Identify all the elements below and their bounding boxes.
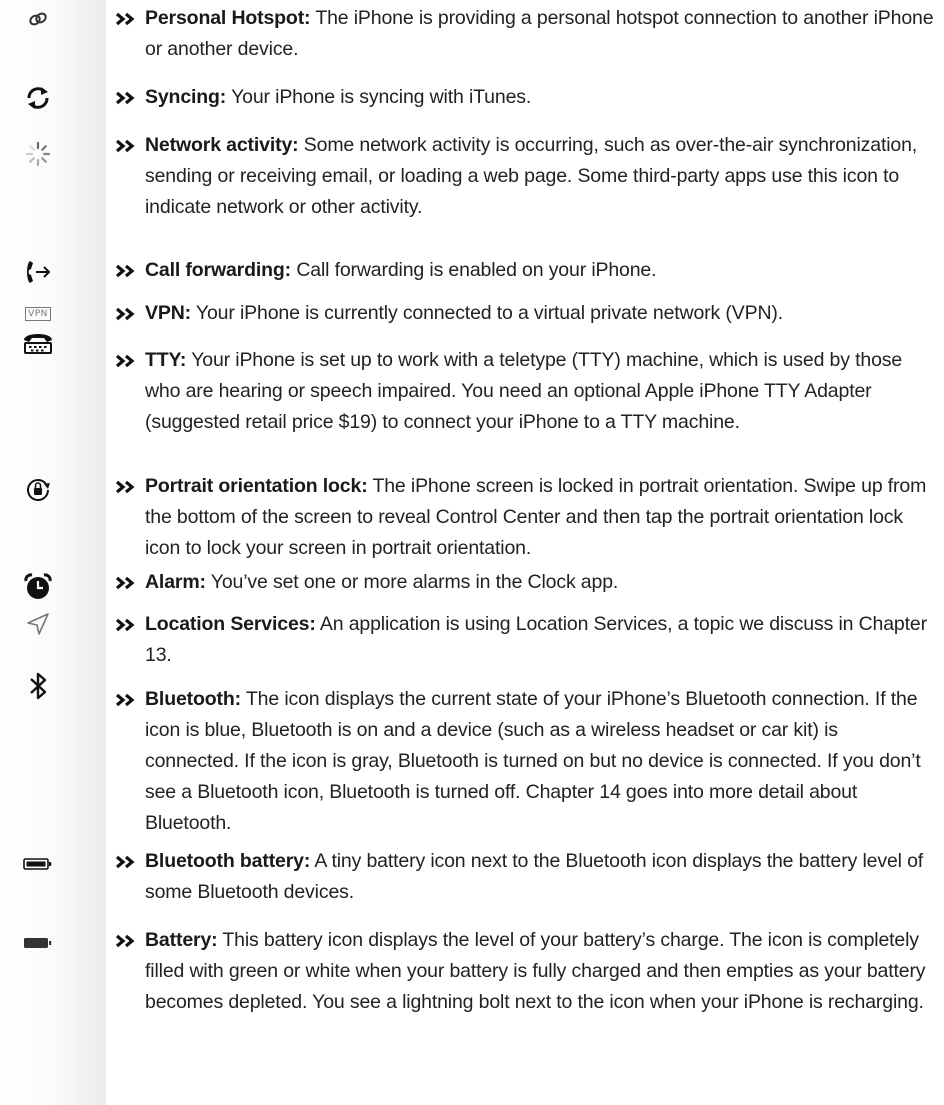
- description: The icon displays the current state of y…: [145, 688, 921, 834]
- double-chevron-icon: [115, 82, 143, 114]
- term: TTY:: [145, 349, 187, 371]
- description: Your iPhone is set up to work with a tel…: [145, 349, 903, 433]
- double-chevron-icon: [115, 609, 143, 641]
- battery-full-icon: [14, 925, 62, 961]
- term: Network activity:: [145, 134, 299, 156]
- tty-icon: [14, 325, 62, 361]
- location-arrow-icon: [14, 606, 62, 642]
- list-item: TTY: Your iPhone is set up to work with …: [115, 345, 935, 438]
- list-item-text: Battery: This battery icon displays the …: [145, 925, 935, 1018]
- double-chevron-icon: [115, 684, 143, 716]
- description: You’ve set one or more alarms in the Clo…: [210, 571, 619, 593]
- description: Your iPhone is currently connected to a …: [195, 302, 783, 324]
- list-item: Portrait orientation lock: The iPhone sc…: [115, 471, 935, 564]
- bluetooth-icon: [14, 668, 62, 704]
- double-chevron-icon: [115, 846, 143, 878]
- list-item-text: TTY: Your iPhone is set up to work with …: [145, 345, 935, 438]
- list-item: Battery: This battery icon displays the …: [115, 925, 935, 1018]
- list-item-text: VPN: Your iPhone is currently connected …: [145, 298, 935, 329]
- description: Your iPhone is syncing with iTunes.: [231, 86, 532, 108]
- term: Personal Hotspot:: [145, 7, 311, 29]
- list-item: Bluetooth: The icon displays the current…: [115, 684, 935, 839]
- call-forward-icon: [14, 254, 62, 290]
- description: Call forwarding is enabled on your iPhon…: [296, 259, 657, 281]
- list-item-text: Portrait orientation lock: The iPhone sc…: [145, 471, 935, 564]
- list-item: Call forwarding: Call forwarding is enab…: [115, 255, 935, 286]
- list-item-text: Call forwarding: Call forwarding is enab…: [145, 255, 935, 286]
- sync-icon: [14, 80, 62, 116]
- double-chevron-icon: [115, 925, 143, 957]
- list-item: Bluetooth battery: A tiny battery icon n…: [115, 846, 935, 908]
- double-chevron-icon: [115, 255, 143, 287]
- double-chevron-icon: [115, 471, 143, 503]
- list-item-text: Personal Hotspot: The iPhone is providin…: [145, 3, 935, 65]
- double-chevron-icon: [115, 345, 143, 377]
- description: This battery icon displays the level of …: [145, 929, 926, 1013]
- list-item-text: Network activity: Some network activity …: [145, 130, 935, 223]
- term: Location Services:: [145, 613, 316, 635]
- term: Battery:: [145, 929, 218, 951]
- term: Alarm:: [145, 571, 206, 593]
- list-item-text: Bluetooth: The icon displays the current…: [145, 684, 935, 839]
- list-item: Alarm: You’ve set one or more alarms in …: [115, 567, 935, 598]
- list-item: Personal Hotspot: The iPhone is providin…: [115, 3, 935, 65]
- double-chevron-icon: [115, 298, 143, 330]
- link-icon: [14, 1, 62, 37]
- term: Syncing:: [145, 86, 227, 108]
- list-item-text: Syncing: Your iPhone is syncing with iTu…: [145, 82, 935, 113]
- double-chevron-icon: [115, 3, 143, 35]
- double-chevron-icon: [115, 130, 143, 162]
- term: Bluetooth battery:: [145, 850, 311, 872]
- list-item-text: Alarm: You’ve set one or more alarms in …: [145, 567, 935, 598]
- list-item: Network activity: Some network activity …: [115, 130, 935, 223]
- list-item-text: Bluetooth battery: A tiny battery icon n…: [145, 846, 935, 908]
- term: Call forwarding:: [145, 259, 292, 281]
- list-item: Syncing: Your iPhone is syncing with iTu…: [115, 82, 935, 113]
- spinner-icon: [14, 136, 62, 172]
- list-item: VPN: Your iPhone is currently connected …: [115, 298, 935, 329]
- term: Portrait orientation lock:: [145, 475, 368, 497]
- orientation-lock-icon: [14, 471, 62, 507]
- term: Bluetooth:: [145, 688, 241, 710]
- list-item-text: Location Services: An application is usi…: [145, 609, 935, 671]
- alarm-clock-icon: [14, 569, 62, 605]
- double-chevron-icon: [115, 567, 143, 599]
- list-item: Location Services: An application is usi…: [115, 609, 935, 671]
- battery-icon: [14, 846, 62, 882]
- term: VPN:: [145, 302, 191, 324]
